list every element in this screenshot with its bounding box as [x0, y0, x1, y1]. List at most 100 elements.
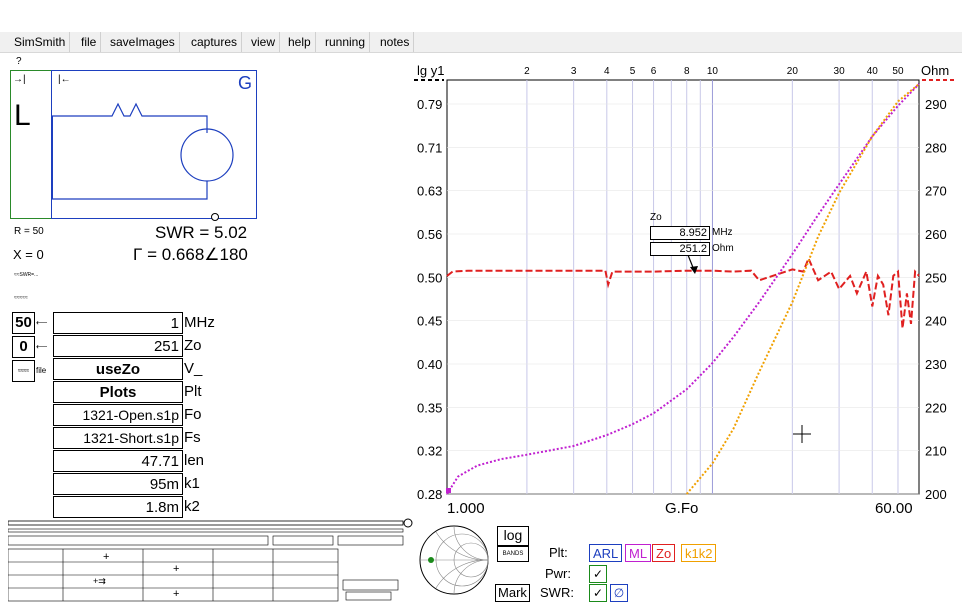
bands-button[interactable]: BANDS	[497, 546, 529, 562]
pwr-label: Pwr:	[545, 566, 571, 581]
freq-field[interactable]: 1	[53, 312, 183, 334]
y-right-tick-label: 270	[925, 184, 947, 199]
y-left-tick-label: 0.79	[417, 97, 442, 112]
x-top-tick-label: 50	[892, 66, 904, 77]
left-axis-title: lg y1	[417, 63, 445, 78]
k1-label: k1	[184, 475, 200, 492]
x-top-tick-label: 2	[524, 66, 530, 77]
y-left-tick-label: 0.45	[417, 314, 442, 329]
y-left-tick-label: 0.56	[417, 227, 442, 242]
start-marker	[446, 488, 451, 493]
menu-notes[interactable]: notes	[376, 32, 415, 52]
y-right-tick-label: 260	[925, 227, 947, 242]
y-right-tick-label: 240	[925, 314, 947, 329]
y-left-tick-label: 0.50	[417, 270, 442, 285]
svg-text:+: +	[173, 563, 179, 575]
tag-ml[interactable]: ML	[625, 544, 652, 562]
slider-panel[interactable]: + + +⇉ +	[8, 518, 413, 608]
menu-help[interactable]: help	[284, 32, 316, 52]
swr-label: SWR:	[540, 585, 574, 600]
svg-text:+: +	[173, 588, 179, 600]
k2-field[interactable]: 1.8m	[53, 496, 183, 518]
fs-field[interactable]: 1321-Short.s1p	[53, 427, 183, 449]
k1-field[interactable]: 95m	[53, 473, 183, 495]
load-arrow-icon: →|	[13, 74, 26, 85]
x-top-tick-label: 40	[867, 66, 879, 77]
plt-field[interactable]: Plots	[53, 381, 183, 403]
fs-label: Fs	[184, 429, 201, 446]
load-block[interactable]: →| L	[10, 70, 52, 219]
plot-area[interactable]: 2 3 4 5 6 8 10 20 30 40 50 0.79 290 0.71 280 0.63 270 0.5…	[414, 62, 954, 517]
y-left-tick-label: 0.63	[417, 184, 442, 199]
y-left-tick-label: 0.28	[417, 487, 442, 502]
y-right-tick-label: 220	[925, 400, 947, 415]
y-right-tick-label: 280	[925, 140, 947, 155]
swr-check-icon[interactable]: ✓	[589, 584, 607, 602]
y-left-tick-label: 0.32	[417, 444, 442, 459]
y-left-tick-label: 0.71	[417, 140, 442, 155]
v-label: V_	[184, 360, 203, 377]
menu-running[interactable]: running	[321, 32, 371, 52]
svg-text:+⇉: +⇉	[93, 576, 106, 586]
k2-label: k2	[184, 498, 200, 515]
v-field[interactable]: useZo	[53, 358, 183, 380]
x-top-tick-label: 8	[684, 66, 690, 77]
y-right-tick-label: 290	[925, 97, 947, 112]
generator-block[interactable]: |← G	[51, 70, 257, 219]
fo-label: Fo	[184, 406, 202, 423]
fo-field[interactable]: 1321-Open.s1p	[53, 404, 183, 426]
len-field[interactable]: 47.71	[53, 450, 183, 472]
spin-arrow-icon[interactable]: ⟵	[36, 318, 47, 327]
len-label: len	[184, 452, 205, 469]
tiny-status-2: ≈≈≈≈≈	[14, 295, 28, 301]
svg-text:+: +	[103, 551, 109, 563]
swr-check-blue-icon[interactable]: ∅	[610, 584, 628, 602]
spin-x[interactable]: 0	[12, 336, 35, 358]
y-right-tick-label: 250	[925, 270, 947, 285]
swr-readout: SWR = 5.02	[155, 223, 248, 242]
spin-file[interactable]: ≈≈≈≈	[12, 360, 35, 382]
x-left-label: 1.000	[447, 500, 485, 517]
tag-zo[interactable]: Zo	[652, 544, 676, 562]
spin-arrow-icon[interactable]: ⟵	[36, 342, 47, 351]
help-mark[interactable]: ?	[16, 56, 22, 67]
r-readout: R = 50	[14, 226, 44, 237]
load-letter: L	[14, 99, 31, 132]
tooltip-freq: 8.952	[650, 226, 710, 240]
x-top-tick-label: 10	[707, 66, 719, 77]
right-axis-title: Ohm	[921, 63, 950, 78]
port-handle[interactable]	[211, 213, 219, 221]
y-left-tick-label: 0.40	[417, 357, 442, 372]
y-right-tick-label: 210	[925, 444, 947, 459]
plot-svg[interactable]: 2 3 4 5 6 8 10 20 30 40 50 0.79 290 0.71 280 0.63 270 0.5…	[414, 62, 954, 517]
x-top-tick-label: 5	[630, 66, 636, 77]
pwr-check-icon[interactable]: ✓	[589, 565, 607, 583]
plt-label: Plt	[184, 383, 202, 400]
menu-captures[interactable]: captures	[187, 32, 243, 52]
tiny-status-1: ≈≈SWR=...	[14, 272, 39, 278]
tooltip-freq-unit: MHz	[712, 227, 733, 238]
tooltip-value: 251.2	[650, 242, 710, 256]
tooltip-title: Zo	[650, 212, 662, 223]
y-right-tick-label: 230	[925, 357, 947, 372]
zo-field[interactable]: 251	[53, 335, 183, 357]
menu-simsmith[interactable]: SimSmith	[10, 32, 71, 52]
gamma-readout: Γ = 0.668∠180	[133, 245, 248, 264]
menu-saveimages[interactable]: saveImages	[106, 32, 180, 52]
menu-file[interactable]: file	[77, 32, 102, 52]
spin-file-label[interactable]: file	[36, 366, 46, 375]
zo-label: Zo	[184, 337, 202, 354]
spin-r[interactable]: 50	[12, 312, 35, 334]
y-left-tick-label: 0.35	[417, 400, 442, 415]
tag-k1k2[interactable]: k1k2	[681, 544, 717, 562]
tag-arl[interactable]: ARL	[589, 544, 623, 562]
x-right-label: 60.00	[875, 500, 913, 517]
x-top-tick-label: 30	[834, 66, 846, 77]
menu-bar: SimSmith file saveImages captures view h…	[0, 32, 962, 53]
freq-unit: MHz	[184, 314, 215, 331]
smith-chart[interactable]	[416, 522, 494, 600]
menu-view[interactable]: view	[247, 32, 281, 52]
log-button[interactable]: log	[497, 526, 529, 546]
mark-button[interactable]: Mark	[495, 584, 530, 602]
y-right-tick-label: 200	[925, 487, 947, 502]
